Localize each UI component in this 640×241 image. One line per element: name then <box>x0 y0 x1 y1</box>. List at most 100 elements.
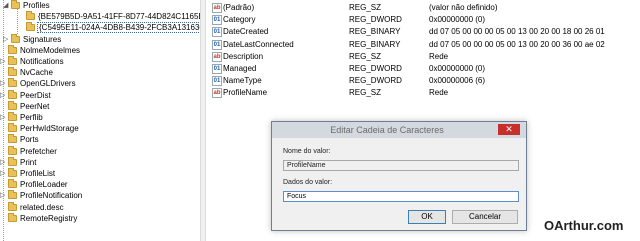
folder-icon <box>8 168 17 177</box>
folder-icon <box>8 100 17 110</box>
tree-item-label: OpenGLDrivers <box>20 79 76 89</box>
tree-item-label: PeerNet <box>20 101 50 111</box>
folder-icon <box>26 11 35 21</box>
edit-string-dialog: Editar Cadeia de Caracteres ✕ Nome do va… <box>271 121 527 231</box>
chevron-right-icon[interactable]: ▷ <box>0 78 6 89</box>
string-value-icon: ab <box>212 88 222 99</box>
folder-icon <box>26 22 35 32</box>
value-row[interactable]: ab Description REG_SZ Rede <box>206 51 640 63</box>
chevron-right-icon[interactable]: ▷ <box>0 168 6 179</box>
tree-item-label: NolmeModelmes <box>20 45 81 55</box>
value-name: DateLastConnected <box>223 39 294 49</box>
folder-icon <box>11 33 20 43</box>
value-data-label: Dados do valor: <box>283 179 333 186</box>
folder-icon <box>8 67 17 77</box>
folder-icon <box>8 78 17 88</box>
cancel-button[interactable]: Cancelar <box>452 210 518 224</box>
folder-icon <box>8 123 17 133</box>
chevron-down-icon[interactable]: ◢ <box>3 0 9 11</box>
registry-tree[interactable]: ◢ Profiles {BE579B5D-9A51-41FF-8D77-44D824… <box>0 0 200 241</box>
binary-value-icon: 01 <box>212 76 222 87</box>
value-name: NameType <box>223 76 262 86</box>
tree-item-label: Notifications <box>20 57 64 66</box>
tree-item-label: {C5495E11-024A-4DB8-B439-2FCB3A131636} <box>37 22 200 34</box>
chevron-right-icon[interactable]: ▷ <box>0 90 6 101</box>
close-button[interactable]: ✕ <box>498 124 520 135</box>
folder-icon <box>8 179 17 189</box>
chevron-right-icon[interactable]: ▷ <box>0 56 6 67</box>
folder-icon <box>8 212 17 222</box>
string-value-icon: ab <box>212 3 222 13</box>
binary-value-icon: 01 <box>212 64 222 74</box>
value-name-field: ProfileName <box>283 160 519 171</box>
value-data: Rede <box>429 51 449 61</box>
tree-item-label: Ports <box>20 135 39 145</box>
binary-value-icon: 01 <box>212 15 222 26</box>
value-name: (Padrão) <box>223 3 255 12</box>
tree-item-label: Print <box>20 157 37 167</box>
tree-item-label: ProfileList <box>20 169 56 178</box>
value-row[interactable]: 01 DateCreated REG_BINARY dd 07 05 00 00 00… <box>206 26 640 38</box>
folder-icon <box>8 56 17 65</box>
value-row[interactable]: 01 Category REG_DWORD 0x00000000 (0) <box>206 14 640 26</box>
watermark: OArthur.com <box>544 218 624 233</box>
binary-value-icon: 01 <box>212 39 222 50</box>
value-name: Category <box>223 15 256 25</box>
value-type: REG_DWORD <box>349 15 402 25</box>
folder-icon <box>8 201 17 211</box>
value-data: dd 07 05 00 00 00 05 00 13 00 20 00 18 0… <box>429 27 605 37</box>
value-type: REG_BINARY <box>349 39 401 49</box>
dialog-title-bar[interactable]: Editar Cadeia de Caracteres ✕ <box>272 122 526 138</box>
value-data: 0x00000000 (0) <box>429 15 486 25</box>
tree-item-label: {BE579B5D-9A51-41FF-8D77-44D824C1165E} <box>38 12 200 22</box>
folder-icon <box>11 0 20 9</box>
folder-icon <box>8 112 17 121</box>
value-data: 0x00000000 (0) <box>429 64 486 73</box>
value-data: (valor não definido) <box>429 3 498 12</box>
folder-icon <box>8 89 17 99</box>
value-data: dd 07 05 00 00 00 05 00 13 00 20 00 36 0… <box>429 39 605 49</box>
close-icon: ✕ <box>505 124 513 134</box>
tree-item-label: ProfileLoader <box>20 180 68 190</box>
value-type: REG_SZ <box>349 88 382 98</box>
value-type: REG_BINARY <box>349 27 401 37</box>
value-data-input[interactable]: Focus <box>283 191 519 202</box>
value-type: REG_SZ <box>349 3 382 12</box>
ok-button[interactable]: OK <box>408 210 446 224</box>
tree-item-label: Signatures <box>23 34 62 44</box>
value-row[interactable]: ab (Padrão) REG_SZ (valor não definido) <box>206 2 640 14</box>
value-name: Description <box>223 51 264 61</box>
tree-item-label: Prefetcher <box>20 146 57 156</box>
folder-icon <box>8 156 17 166</box>
string-value-icon: ab <box>212 51 222 62</box>
value-name: ProfileName <box>223 88 268 98</box>
tree-item-label: PerHwIdStorage <box>20 124 79 134</box>
value-row[interactable]: 01 Managed REG_DWORD 0x00000000 (0) <box>206 63 640 75</box>
chevron-right-icon[interactable]: ▷ <box>0 190 6 201</box>
tree-item-label: ProfileNotification <box>20 191 83 201</box>
tree-item-label: PeerDist <box>20 90 51 100</box>
value-name-label: Nome do valor: <box>283 148 331 155</box>
tree-item-label: RemoteRegistry <box>20 213 78 223</box>
value-name: DateCreated <box>223 27 269 37</box>
value-row[interactable]: ab ProfileName REG_SZ Rede <box>206 87 640 99</box>
tree-item-label: NvCache <box>20 68 53 78</box>
tree-item-label: Profiles <box>23 1 50 10</box>
binary-value-icon: 01 <box>212 27 222 38</box>
value-data: 0x00000006 (6) <box>429 76 486 86</box>
value-type: REG_DWORD <box>349 76 402 86</box>
chevron-right-icon[interactable]: ▷ <box>3 34 9 45</box>
value-type: REG_DWORD <box>349 64 402 73</box>
dialog-title: Editar Cadeia de Caracteres <box>330 125 444 135</box>
folder-icon <box>8 44 17 54</box>
folder-icon <box>8 145 17 155</box>
chevron-right-icon[interactable]: ▷ <box>0 157 6 168</box>
value-row[interactable]: 01 DateLastConnected REG_BINARY dd 07 05 00… <box>206 39 640 51</box>
value-name: Managed <box>223 64 257 73</box>
chevron-right-icon[interactable]: ▷ <box>0 112 6 123</box>
tree-guide-line <box>17 9 18 34</box>
value-row[interactable]: 01 NameType REG_DWORD 0x00000006 (6) <box>206 75 640 87</box>
value-data: Rede <box>429 88 449 98</box>
folder-icon <box>8 134 17 144</box>
tree-item-label: Perflib <box>20 113 43 122</box>
